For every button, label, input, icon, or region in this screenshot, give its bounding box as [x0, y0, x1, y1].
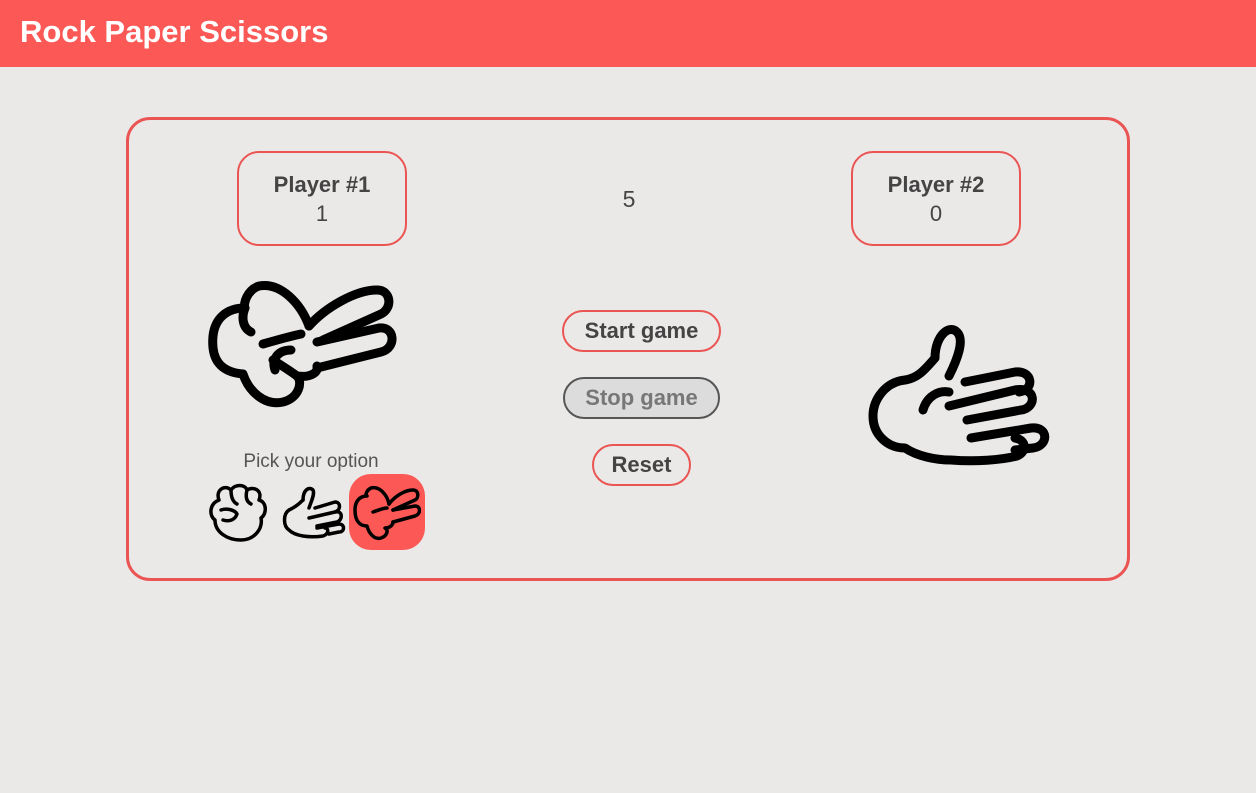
rock-icon [209, 483, 267, 542]
scissors-icon [208, 281, 397, 408]
paper-icon [282, 486, 346, 539]
player2-card: Player #2 0 [851, 151, 1021, 246]
pick-option-label: Pick your option [243, 451, 379, 472]
player2-name: Player #2 [887, 172, 985, 197]
start-game-button[interactable]: Start game [562, 310, 721, 352]
player1-card: Player #1 1 [237, 151, 407, 246]
option-rock[interactable] [201, 474, 277, 550]
round-counter: 5 [622, 186, 636, 212]
app-header: Rock Paper Scissors [0, 0, 1256, 67]
scissors-icon [353, 485, 421, 541]
option-scissors[interactable] [349, 474, 425, 550]
app-title: Rock Paper Scissors [20, 14, 329, 49]
option-paper[interactable] [275, 474, 351, 550]
paper-icon [868, 325, 1050, 466]
player1-score: 1 [315, 201, 329, 226]
player1-name: Player #1 [273, 172, 371, 197]
game-board: Player #1 1 5 Player #2 0 Start game Sto… [126, 117, 1130, 581]
reset-button[interactable]: Reset [592, 444, 691, 486]
player2-score: 0 [929, 201, 943, 226]
stop-game-button[interactable]: Stop game [563, 377, 720, 419]
